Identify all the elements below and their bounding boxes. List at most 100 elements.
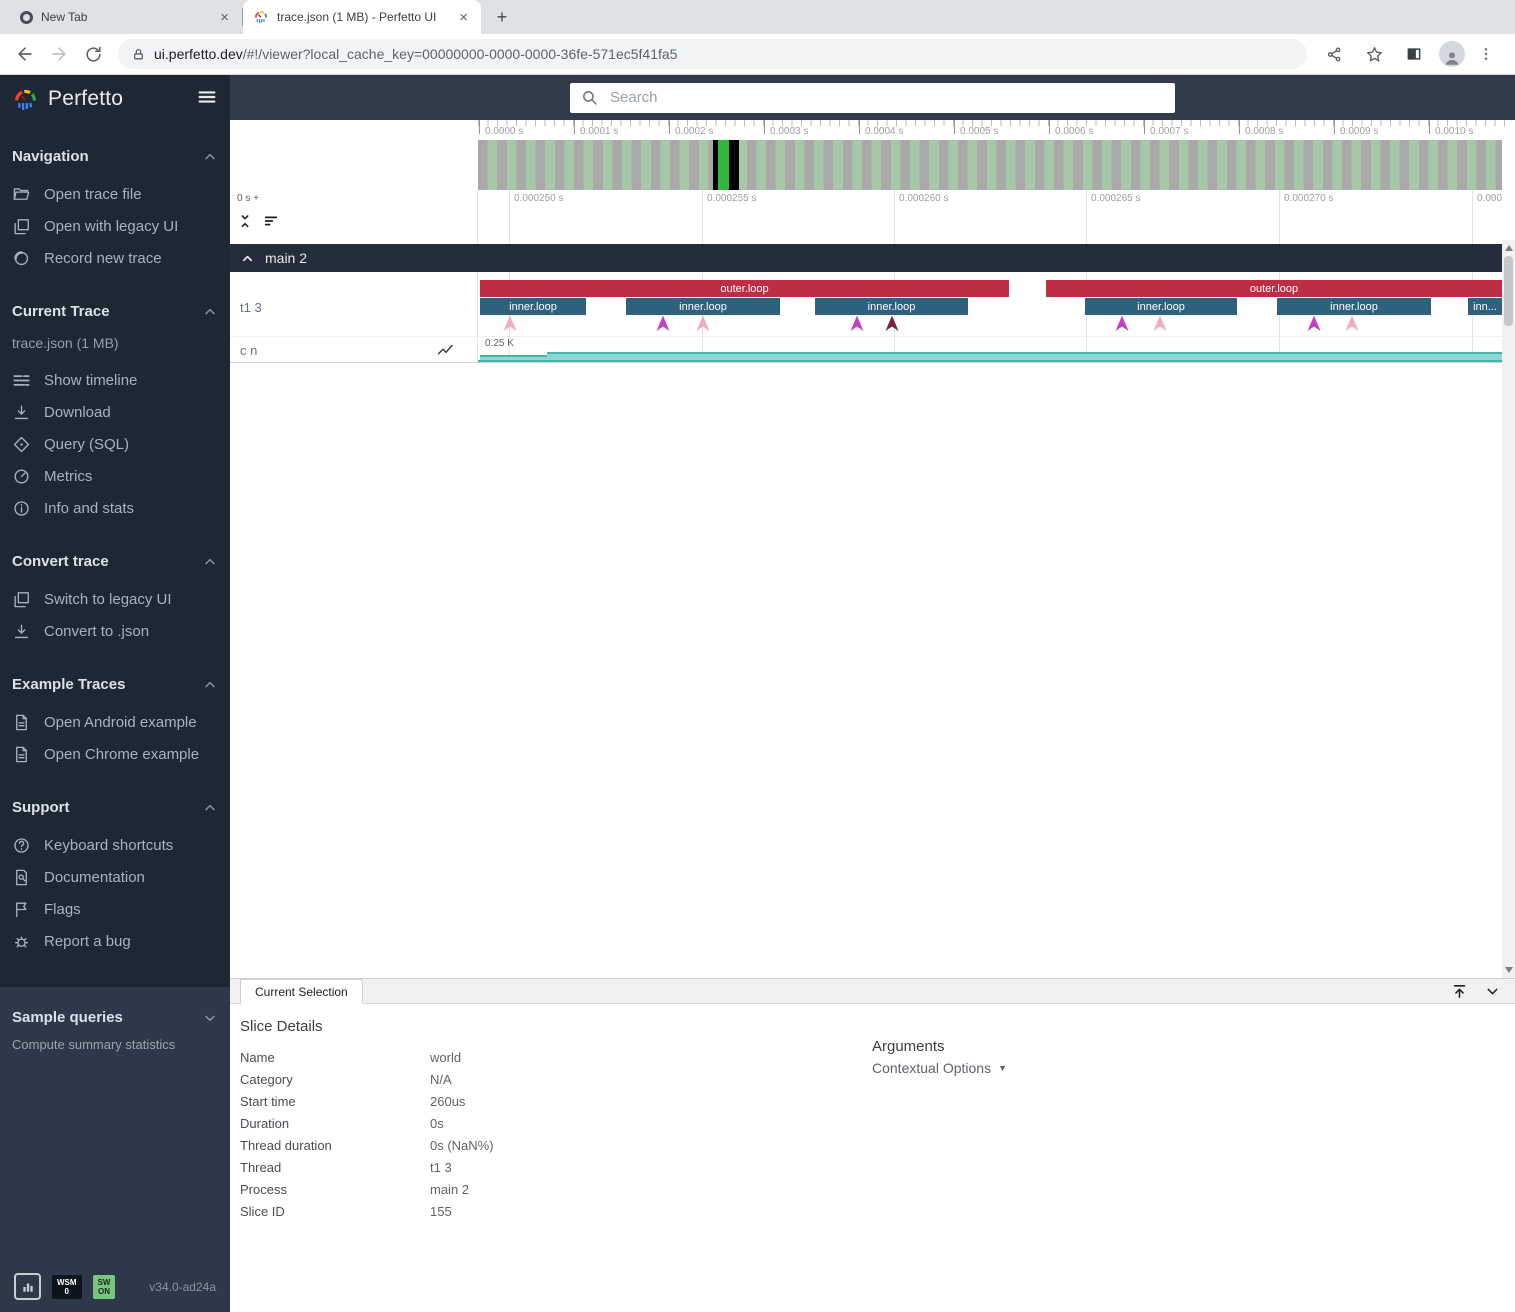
detail-label: Thread xyxy=(240,1160,430,1175)
overview-major-tick xyxy=(1049,120,1050,134)
collapse-all-tracks-button[interactable] xyxy=(237,213,253,234)
sidebar-item-record-new-trace[interactable]: Record new trace xyxy=(12,242,218,274)
slice-inner-loop[interactable]: inner.loop xyxy=(626,298,780,315)
detail-row-thread: Threadt1 3 xyxy=(240,1156,1515,1178)
tab-close-icon[interactable]: × xyxy=(456,9,471,26)
sidebar-section-header-support[interactable]: Support xyxy=(12,799,218,816)
sidebar-item-label: Metrics xyxy=(44,468,92,485)
profile-avatar[interactable] xyxy=(1439,41,1465,67)
slice-outer-loop[interactable]: outer.loop xyxy=(1046,280,1502,297)
thread-track-content[interactable]: outer.loopouter.loopinner.loopinner.loop… xyxy=(478,272,1502,336)
overview-tick-label: 0.0005 s xyxy=(960,126,998,137)
sidebar-item-info-and-stats[interactable]: Info and stats xyxy=(12,492,218,524)
download-icon xyxy=(12,622,31,641)
browser-tab-newtab[interactable]: New Tab × xyxy=(10,0,242,34)
side-panel-button[interactable] xyxy=(1399,39,1429,69)
scroll-down-arrow-icon[interactable] xyxy=(1505,967,1513,973)
overview-major-tick xyxy=(764,120,765,134)
sidebar-section-header-current-trace[interactable]: Current Trace xyxy=(12,303,218,320)
back-button[interactable] xyxy=(10,39,40,69)
vertical-scrollbar[interactable] xyxy=(1502,240,1515,978)
sidebar-item-open-trace-file[interactable]: Open trace file xyxy=(12,178,218,210)
sidebar-item-flags[interactable]: Flags xyxy=(12,893,218,925)
sidebar-section-header-example-traces[interactable]: Example Traces xyxy=(12,676,218,693)
time-tick-label: 0.000265 s xyxy=(1091,193,1141,204)
sidebar-item-keyboard-shortcuts[interactable]: Keyboard shortcuts xyxy=(12,829,218,861)
sidebar-item-documentation[interactable]: Documentation xyxy=(12,861,218,893)
sidebar-item-compute-summary-statistics[interactable]: Compute summary statistics xyxy=(0,1030,230,1052)
detail-value: 155 xyxy=(430,1204,1515,1219)
detail-row-duration: Duration0s xyxy=(240,1112,1515,1134)
sidebar-item-open-with-legacy-ui[interactable]: Open with legacy UI xyxy=(12,210,218,242)
document-icon xyxy=(12,713,31,732)
lock-icon xyxy=(132,48,145,61)
contextual-options-dropdown[interactable]: Contextual Options ▼ xyxy=(872,1060,1007,1076)
detail-row-start-time: Start time260us xyxy=(240,1090,1515,1112)
process-group-header-main2[interactable]: main 2 xyxy=(230,244,1502,272)
browser-menu-button[interactable] xyxy=(1471,39,1501,69)
sidebar-item-label: Query (SQL) xyxy=(44,436,129,453)
slice-inner-loop[interactable]: inner.loop xyxy=(480,298,586,315)
forward-button[interactable] xyxy=(44,39,74,69)
reload-button[interactable] xyxy=(78,39,108,69)
overview-tick-label: 0.0009 s xyxy=(1340,126,1378,137)
sidebar-section-header-navigation[interactable]: Navigation xyxy=(12,148,218,165)
browser-tab-perfetto[interactable]: trace.json (1 MB) - Perfetto UI × xyxy=(243,0,481,34)
search-input[interactable] xyxy=(610,89,1164,106)
sidebar-section-current-trace: Current Tracetrace.json (1 MB)Show timel… xyxy=(0,278,230,528)
scroll-up-arrow-icon[interactable] xyxy=(1505,245,1513,251)
scrollbar-thumb[interactable] xyxy=(1504,256,1513,326)
bookmark-button[interactable] xyxy=(1359,39,1389,69)
section-chevron-up-icon xyxy=(202,149,218,165)
section-title: Current Trace xyxy=(12,303,110,320)
time-tick-label: 0.000260 s xyxy=(899,193,949,204)
sidebar-item-report-a-bug[interactable]: Report a bug xyxy=(12,925,218,957)
slice-inner-loop[interactable]: inner.loop xyxy=(1277,298,1431,315)
viewport-selection-handle[interactable] xyxy=(729,140,739,190)
thread-track-shell: t1 3 xyxy=(230,272,478,336)
sidebar-item-download[interactable]: Download xyxy=(12,396,218,428)
sidebar-item-show-timeline[interactable]: Show timeline xyxy=(12,364,218,396)
counter-track-content[interactable]: 0.25 K xyxy=(478,337,1502,362)
timeline-panel: 0.0000 s0.0001 s0.0002 s0.0003 s0.0004 s… xyxy=(230,120,1515,978)
sidebar-item-open-chrome-example[interactable]: Open Chrome example xyxy=(12,738,218,770)
trace-stats-button[interactable] xyxy=(14,1273,41,1300)
hamburger-menu-icon xyxy=(196,86,218,108)
tab-current-selection[interactable]: Current Selection xyxy=(240,979,363,1004)
slice-outer-loop[interactable]: outer.loop xyxy=(480,280,1009,297)
overview-minimap[interactable] xyxy=(478,140,1502,190)
sidebar-toggle-button[interactable] xyxy=(196,86,218,113)
new-tab-button[interactable]: + xyxy=(489,4,515,30)
share-button[interactable] xyxy=(1319,39,1349,69)
slice-inner-loop[interactable]: inner.loop xyxy=(815,298,968,315)
counter-track-c-n: c n 0.25 K xyxy=(230,336,1502,363)
tab-close-icon[interactable]: × xyxy=(217,9,232,26)
chevron-up-icon xyxy=(240,251,255,266)
legacy-ui-icon xyxy=(12,590,31,609)
expand-panel-button[interactable] xyxy=(1451,983,1468,1005)
sidebar-item-query-sql[interactable]: Query (SQL) xyxy=(12,428,218,460)
collapse-panel-button[interactable] xyxy=(1484,983,1501,1005)
viewport-selection-window[interactable] xyxy=(718,140,729,190)
url-bar[interactable]: ui.perfetto.dev/#!/viewer?local_cache_ke… xyxy=(118,39,1307,69)
slice-inn[interactable]: inn... xyxy=(1468,298,1502,315)
sidebar-section-header-convert-trace[interactable]: Convert trace xyxy=(12,553,218,570)
contextual-options-label: Contextual Options xyxy=(872,1060,991,1076)
search-box[interactable] xyxy=(570,83,1175,113)
slice-inner-loop[interactable]: inner.loop xyxy=(1085,298,1237,315)
chevron-down-icon xyxy=(1484,983,1501,1000)
sidebar-item-label: Keyboard shortcuts xyxy=(44,837,173,854)
flow-arrow-icon xyxy=(502,315,518,333)
show-graph-icon xyxy=(437,343,455,357)
sidebar-section-header-sample-queries[interactable]: Sample queries xyxy=(12,1009,218,1026)
folder-open-icon xyxy=(12,185,31,204)
track-sort-button[interactable] xyxy=(263,213,279,234)
sidebar-item-switch-to-legacy-ui[interactable]: Switch to legacy UI xyxy=(12,583,218,615)
dock-to-top-icon xyxy=(1451,983,1468,1000)
sidebar-item-open-android-example[interactable]: Open Android example xyxy=(12,706,218,738)
perfetto-favicon-icon xyxy=(253,9,269,25)
overview-tick-label: 0.0007 s xyxy=(1150,126,1188,137)
sidebar-item-label: Convert to .json xyxy=(44,623,149,640)
sidebar-item-convert-to-json[interactable]: Convert to .json xyxy=(12,615,218,647)
sidebar-item-metrics[interactable]: Metrics xyxy=(12,460,218,492)
